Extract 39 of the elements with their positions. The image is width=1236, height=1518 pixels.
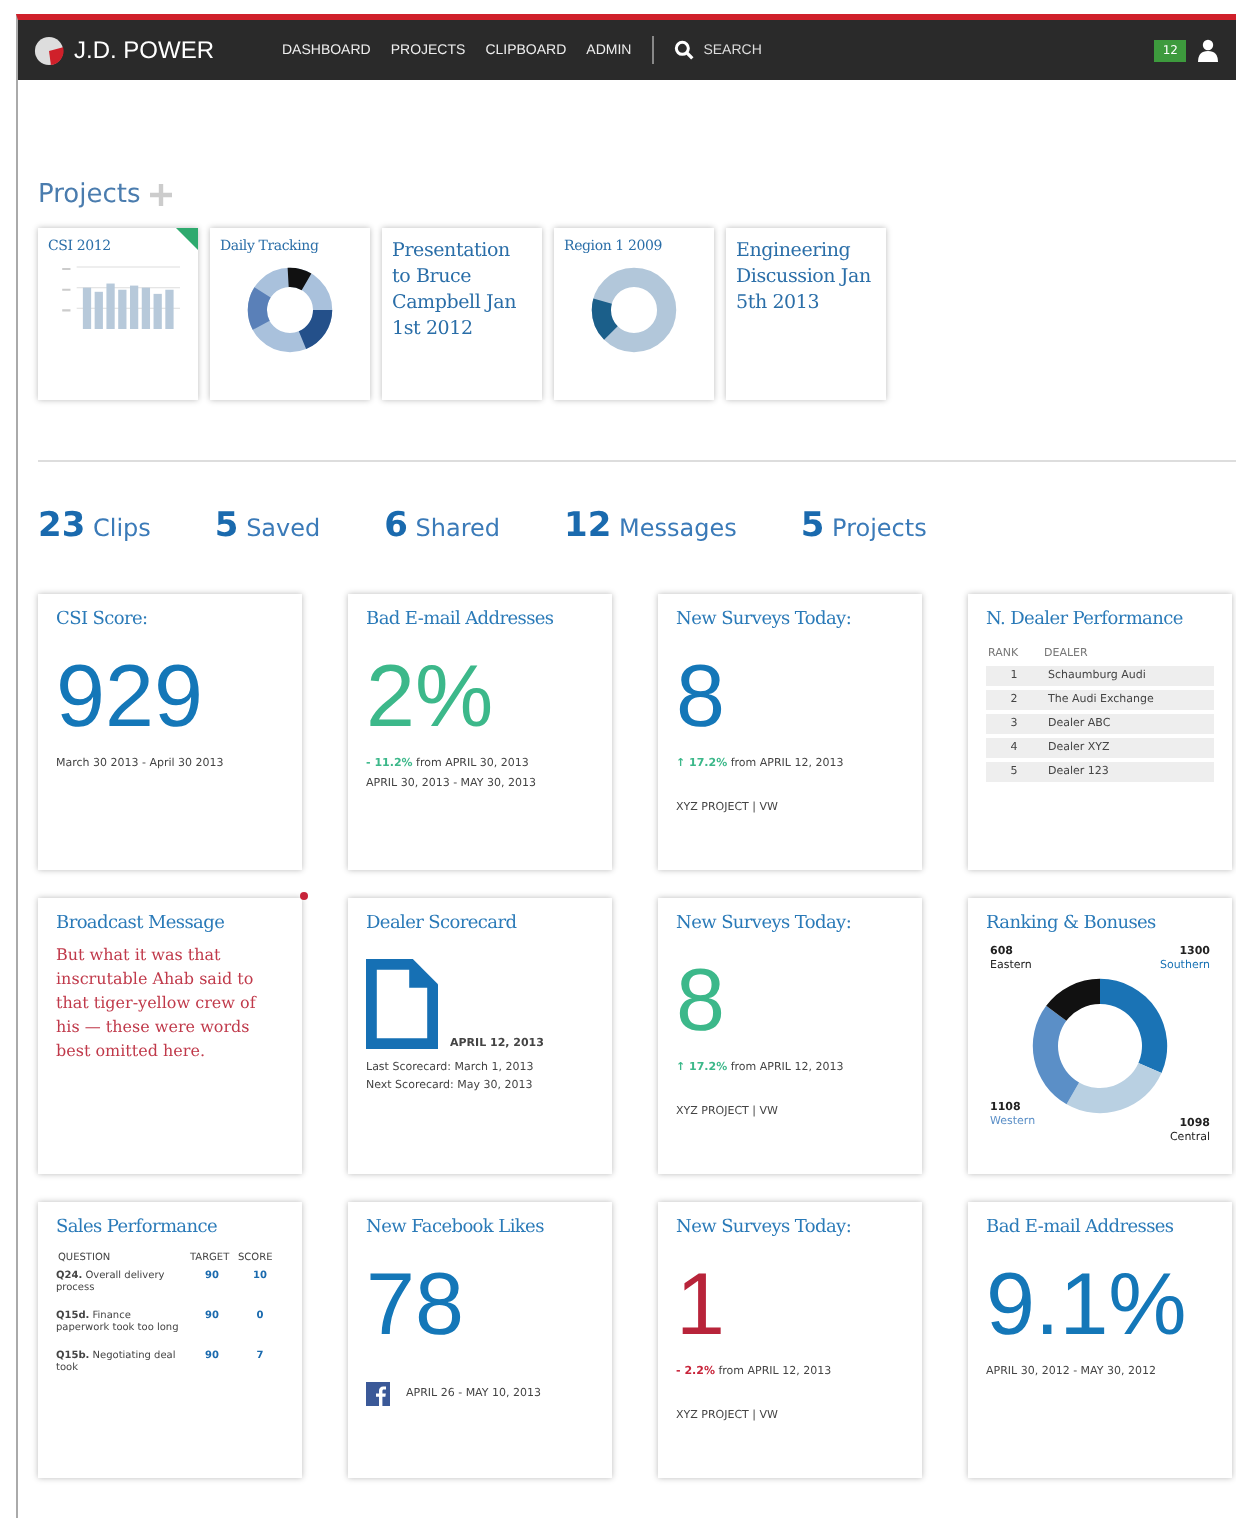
brand-name[interactable]: J.D. POWER [74, 36, 215, 64]
card-title: New Surveys Today: [676, 610, 854, 630]
message-text: But what it was that inscrutable Ahab said to that tiger-yellow crew of his — these were words best omitted here. [56, 944, 259, 1064]
stat-link[interactable]: 5 Saved [214, 506, 321, 546]
metric-value: 78 [366, 1258, 466, 1354]
stat-link[interactable]: 12 Messages [564, 506, 737, 546]
stat-link[interactable]: 5 Projects [800, 506, 927, 546]
card-title: Dealer Scorecard [366, 914, 519, 934]
metric-value: 929 [56, 650, 205, 746]
card-title: Bad E-mail Addresses [986, 1218, 1176, 1238]
project-tile[interactable]: Engineering Discussion Jan 5th 2013 [726, 228, 886, 400]
card-title: CSI Score: [56, 610, 150, 630]
project-tile[interactable]: Presentation to Bruce Campbell Jan 1st 2012 [382, 228, 542, 400]
card-title: Ranking & Bonuses [986, 914, 1158, 934]
ring-chart-thumbnail-drawing [586, 262, 682, 358]
user-icon[interactable] [1196, 38, 1220, 62]
card-title: New Facebook Likes [366, 1218, 546, 1238]
card-title: Broadcast Message [56, 914, 227, 934]
globe-logo-icon [34, 35, 64, 65]
card-title: New Surveys Today: [676, 914, 854, 934]
metric-value: 2% [366, 650, 496, 746]
metric-value: 1 [676, 1258, 727, 1354]
stat-link[interactable]: 23 Clips [38, 506, 151, 546]
facebook-icon[interactable] [366, 1382, 390, 1406]
tile-title: Engineering Discussion Jan 5th 2013 [736, 238, 873, 316]
stat-link[interactable]: 6 Shared [384, 506, 501, 546]
card-title: N. Dealer Performance [986, 610, 1185, 630]
metric-value: 8 [676, 954, 727, 1050]
document-icon[interactable] [366, 958, 438, 1050]
tile-title: Presentation to Bruce Campbell Jan 1st 2012 [392, 238, 519, 342]
section-title: Projects [38, 180, 141, 210]
card-title: Sales Performance [56, 1218, 220, 1238]
donut-chart-thumbnail-drawing [242, 262, 338, 358]
metric-value: 9.1% [986, 1258, 1189, 1354]
search-icon [673, 40, 694, 60]
card-title: Bad E-mail Addresses [366, 610, 556, 630]
metric-value: 8 [676, 650, 727, 746]
card-title: New Surveys Today: [676, 1218, 854, 1238]
bar-chart-thumbnail-drawing [56, 262, 180, 334]
